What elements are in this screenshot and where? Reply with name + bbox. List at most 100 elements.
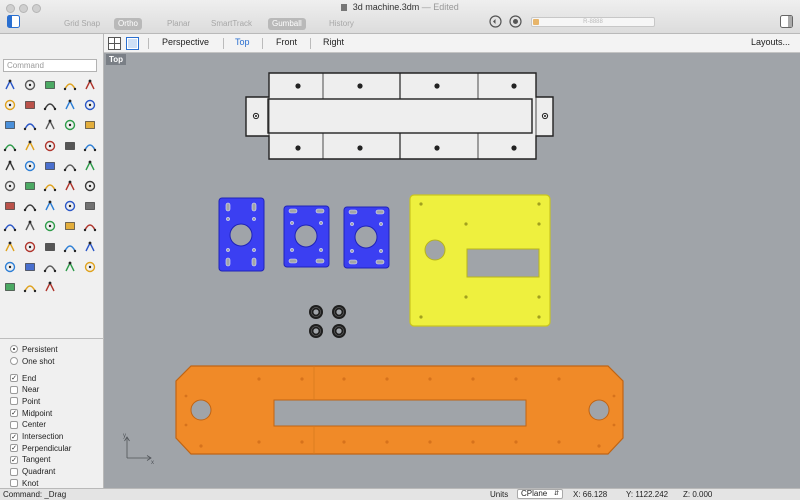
checkbox[interactable]: ✓ bbox=[10, 455, 18, 464]
dimension-icon[interactable] bbox=[43, 199, 57, 213]
lock-icon[interactable] bbox=[3, 260, 17, 274]
join-icon[interactable] bbox=[83, 159, 97, 173]
light-icon[interactable] bbox=[63, 240, 77, 254]
electronics-plate-yellow[interactable] bbox=[409, 194, 551, 327]
transform-icon[interactable] bbox=[43, 280, 57, 294]
tab-right[interactable]: Right bbox=[323, 37, 344, 47]
pan-icon[interactable] bbox=[23, 219, 37, 233]
point-icon[interactable] bbox=[23, 78, 37, 92]
checkbox[interactable]: ✓ bbox=[10, 444, 18, 453]
trim-icon[interactable] bbox=[43, 159, 57, 173]
motor-plate-blue-right[interactable] bbox=[343, 206, 390, 269]
move-icon[interactable] bbox=[83, 179, 97, 193]
grid-icon[interactable] bbox=[23, 199, 37, 213]
box-icon[interactable] bbox=[23, 118, 37, 132]
history-toggle[interactable]: History bbox=[325, 18, 358, 30]
checkbox[interactable]: ✓ bbox=[10, 409, 18, 418]
boolean-union-icon[interactable] bbox=[3, 159, 17, 173]
zoom-window-icon[interactable] bbox=[83, 219, 97, 233]
bearing-wheels[interactable] bbox=[309, 305, 346, 338]
smarttrack-toggle[interactable]: SmartTrack bbox=[207, 18, 256, 30]
checkbox[interactable]: ✓ bbox=[10, 432, 18, 441]
cylinder-icon[interactable] bbox=[63, 118, 77, 132]
pipe-icon[interactable] bbox=[83, 139, 97, 153]
motor-plate-blue-middle[interactable] bbox=[283, 205, 330, 268]
osnap-persistent-option[interactable]: Persistent bbox=[10, 343, 58, 355]
environment-icon[interactable] bbox=[63, 260, 77, 274]
material-icon[interactable] bbox=[43, 260, 57, 274]
annotation-icon[interactable] bbox=[23, 280, 37, 294]
layouts-button[interactable]: Layouts... bbox=[751, 37, 790, 47]
model-canvas[interactable]: y x bbox=[104, 53, 800, 488]
undo-history-icon[interactable] bbox=[489, 15, 502, 28]
osnap-option-intersection[interactable]: ✓ Intersection bbox=[10, 431, 63, 443]
viewport-label[interactable]: Top bbox=[106, 54, 127, 65]
osnap-oneshot-option[interactable]: One shot bbox=[10, 355, 54, 367]
split-icon[interactable] bbox=[63, 159, 77, 173]
select-icon[interactable] bbox=[3, 78, 17, 92]
planar-toggle[interactable]: Planar bbox=[163, 18, 194, 30]
layer-icon[interactable] bbox=[23, 260, 37, 274]
units-label[interactable]: Units bbox=[490, 490, 508, 499]
base-plate-orange[interactable] bbox=[175, 365, 624, 455]
surface-icon[interactable] bbox=[3, 118, 17, 132]
globe-icon[interactable] bbox=[3, 280, 17, 294]
fillet-icon[interactable] bbox=[83, 98, 97, 112]
revolve-icon[interactable] bbox=[43, 139, 57, 153]
sidebar-toggle-icon[interactable] bbox=[7, 15, 20, 28]
loft-icon[interactable] bbox=[23, 139, 37, 153]
osnap-option-quadrant[interactable]: Quadrant bbox=[10, 466, 55, 478]
orbit-icon[interactable] bbox=[43, 219, 57, 233]
zoom-icon[interactable] bbox=[3, 219, 17, 233]
osnap-option-center[interactable]: Center bbox=[10, 419, 46, 431]
analyze-icon[interactable] bbox=[3, 240, 17, 254]
sweep-icon[interactable] bbox=[63, 139, 77, 153]
osnap-option-point[interactable]: Point bbox=[10, 395, 40, 407]
mirror-icon[interactable] bbox=[23, 179, 37, 193]
four-viewports-icon[interactable] bbox=[108, 37, 121, 50]
properties-icon[interactable] bbox=[83, 260, 97, 274]
osnap-option-perpendicular[interactable]: ✓ Perpendicular bbox=[10, 442, 71, 454]
osnap-option-midpoint[interactable]: ✓ Midpoint bbox=[10, 407, 52, 419]
tab-front[interactable]: Front bbox=[276, 37, 297, 47]
radio-button[interactable] bbox=[10, 357, 18, 365]
cplane-select[interactable]: CPlane ⇵ bbox=[517, 489, 563, 499]
viewport-top[interactable]: y x Top bbox=[104, 53, 800, 488]
checkbox[interactable] bbox=[10, 467, 18, 476]
single-viewport-icon[interactable] bbox=[126, 37, 139, 50]
checkbox[interactable] bbox=[10, 420, 18, 429]
checkbox[interactable] bbox=[10, 385, 18, 394]
array-icon[interactable] bbox=[3, 199, 17, 213]
checkbox[interactable]: ✓ bbox=[10, 374, 18, 382]
grid-snap-toggle[interactable]: Grid Snap bbox=[60, 18, 104, 30]
explode-icon[interactable] bbox=[3, 179, 17, 193]
zoom-extents-icon[interactable] bbox=[63, 219, 77, 233]
text-icon[interactable] bbox=[63, 199, 77, 213]
ellipse-icon[interactable] bbox=[3, 98, 17, 112]
record-history-icon[interactable] bbox=[509, 15, 522, 28]
checkbox[interactable] bbox=[10, 479, 18, 488]
camera-icon[interactable] bbox=[83, 240, 97, 254]
scale-icon[interactable] bbox=[43, 179, 57, 193]
osnap-option-near[interactable]: Near bbox=[10, 384, 39, 396]
measure-icon[interactable] bbox=[23, 240, 37, 254]
boolean-difference-icon[interactable] bbox=[23, 159, 37, 173]
extrude-icon[interactable] bbox=[3, 139, 17, 153]
circle-icon[interactable] bbox=[83, 78, 97, 92]
hatch-icon[interactable] bbox=[83, 199, 97, 213]
gumball-toggle[interactable]: Gumball bbox=[268, 18, 306, 30]
right-panel-toggle-icon[interactable] bbox=[780, 15, 793, 28]
osnap-option-tangent[interactable]: ✓ Tangent bbox=[10, 454, 50, 466]
rotate-icon[interactable] bbox=[63, 179, 77, 193]
rail-plate-white[interactable] bbox=[245, 72, 554, 160]
tab-perspective[interactable]: Perspective bbox=[162, 37, 209, 47]
checkbox[interactable] bbox=[10, 397, 18, 406]
arc-icon[interactable] bbox=[23, 98, 37, 112]
polygon-icon[interactable] bbox=[43, 98, 57, 112]
rectangle-icon[interactable] bbox=[63, 98, 77, 112]
polyline-icon[interactable] bbox=[43, 78, 57, 92]
curve-icon[interactable] bbox=[63, 78, 77, 92]
render-icon[interactable] bbox=[43, 240, 57, 254]
sphere-icon[interactable] bbox=[43, 118, 57, 132]
radio-button[interactable] bbox=[10, 345, 18, 353]
